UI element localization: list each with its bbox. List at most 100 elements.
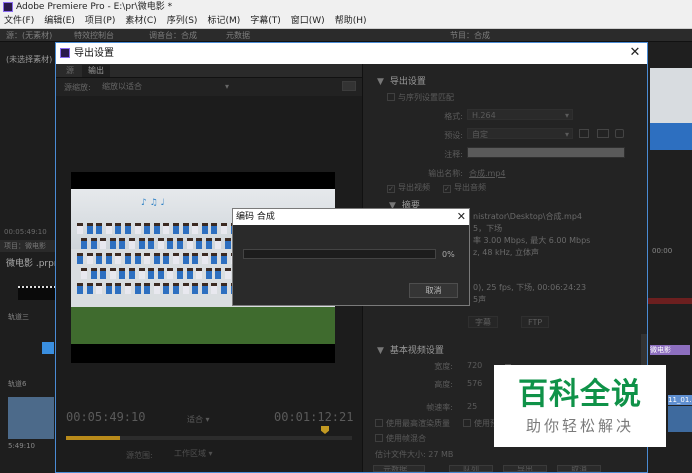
source-range-select[interactable]: 工作区域 ▾ <box>170 448 290 460</box>
timeline-clip[interactable]: 微电影 <box>650 345 690 355</box>
tab-audio-mixer[interactable]: 调音台：合成 <box>145 30 201 41</box>
choir-figure <box>138 238 145 249</box>
delete-preset-icon[interactable] <box>615 129 624 138</box>
menu-window[interactable]: 窗口(W) <box>291 14 325 28</box>
work-area-bar[interactable] <box>66 436 120 440</box>
menu-edit[interactable]: 编辑(E) <box>44 14 75 28</box>
menu-marker[interactable]: 标记(M) <box>207 14 240 28</box>
choir-figure <box>182 283 189 294</box>
choir-figure <box>86 253 93 264</box>
choir-figure <box>225 238 231 249</box>
tab-program[interactable]: 节目：合成 <box>446 30 494 41</box>
choir-figure <box>96 223 103 234</box>
preview-zoom-select[interactable]: 适合 ▾ <box>187 414 235 425</box>
menu-title[interactable]: 字幕(T) <box>250 14 281 28</box>
preview-current-time: 00:05:49:10 <box>66 410 146 424</box>
choir-figure <box>115 283 122 294</box>
app-title: Adobe Premiere Pro - E:\pr\微电影 * <box>16 2 173 12</box>
match-sequence-checkbox[interactable]: 与序列设置匹配 <box>387 92 454 103</box>
encoding-progress-dialog: 编码 合成 ✕ 0% 取消 <box>232 208 470 306</box>
close-icon[interactable]: ✕ <box>457 209 466 225</box>
tab-output[interactable]: 输出 <box>82 65 110 77</box>
choir-figure <box>105 283 112 294</box>
width-value[interactable]: 720 <box>467 361 482 370</box>
preset-label: 预设: <box>444 131 463 140</box>
format-select[interactable]: H.264 ▾ <box>467 109 573 120</box>
clip-thumbnail[interactable] <box>18 286 56 300</box>
menu-project[interactable]: 项目(P) <box>85 14 115 28</box>
choir-figure <box>205 238 212 249</box>
menu-sequence[interactable]: 序列(S) <box>167 14 198 28</box>
menu-clip[interactable]: 素材(C) <box>125 14 156 28</box>
tab-ftp[interactable]: FTP <box>521 316 550 328</box>
menu-help[interactable]: 帮助(H) <box>335 14 367 28</box>
output-name-link[interactable]: 合成.mp4 <box>469 168 506 179</box>
summary-line: 5声 <box>473 295 487 304</box>
choir-figure <box>109 238 116 249</box>
import-preset-icon[interactable] <box>597 129 609 138</box>
timeline-clip-c[interactable] <box>668 406 692 432</box>
basic-video-section[interactable]: ▼ 基本视频设置 <box>377 343 444 356</box>
format-label: 格式: <box>444 112 463 121</box>
choir-figure <box>196 268 203 279</box>
watermark-logo: 百科全说 助你轻松解决 <box>494 365 666 447</box>
max-render-quality-checkbox[interactable]: 使用最高渲染质量 <box>375 418 450 429</box>
close-icon[interactable]: ✕ <box>627 45 643 61</box>
tab-effect-controls[interactable]: 特效控制台 <box>70 30 118 41</box>
tab-captions[interactable]: 字幕 <box>468 316 498 328</box>
choir-figure <box>109 268 116 279</box>
project-panel-tab[interactable]: 项目：微电影 <box>0 240 56 252</box>
cancel-encoding-button[interactable]: 取消 <box>409 283 458 298</box>
source-range-label: 源范围: <box>126 451 153 460</box>
premiere-app-icon <box>3 2 13 12</box>
choir-figure <box>77 283 83 294</box>
timeline-clip-b[interactable]: 11_01.m <box>668 395 692 405</box>
export-audio-checkbox[interactable]: ✓ 导出音频 <box>443 182 486 193</box>
choir-figure <box>125 283 131 294</box>
cancel-export-button[interactable]: 取消 <box>557 465 601 472</box>
choir-figure <box>100 238 107 249</box>
dropdown-arrow-icon: ▾ <box>224 82 229 91</box>
tab-source[interactable]: 源：(无素材) <box>2 30 56 41</box>
menu-file[interactable]: 文件(F) <box>4 14 34 28</box>
choir-figure <box>96 253 103 264</box>
choir-figure <box>173 223 179 234</box>
choir-figure <box>148 238 155 249</box>
choir-figure <box>125 223 131 234</box>
choir-figure <box>215 238 222 249</box>
choir-figure <box>134 253 141 264</box>
tab-metadata[interactable]: 元数据 <box>222 30 254 41</box>
save-preset-icon[interactable] <box>579 129 589 138</box>
choir-figure <box>153 283 160 294</box>
preset-select[interactable]: 自定 ▾ <box>467 128 573 139</box>
choir-figure <box>129 238 135 249</box>
app-title-bar: Adobe Premiere Pro - E:\pr\微电影 * <box>0 0 692 14</box>
source-scaling-label: 源缩放: <box>64 83 91 92</box>
export-settings-section[interactable]: ▼ 导出设置 <box>377 74 426 87</box>
use-preview-checkbox[interactable]: 使用预 <box>463 418 498 429</box>
choir-figure <box>153 253 160 264</box>
source-scaling-value: 缩放以适合 <box>102 82 142 91</box>
metadata-button[interactable]: 元数据... <box>373 465 425 472</box>
frame-blending-checkbox[interactable]: 使用帧混合 <box>375 433 426 444</box>
export-video-checkbox[interactable]: ✓ 导出视频 <box>387 182 430 193</box>
source-range-value: 工作区域 <box>174 449 206 458</box>
source-scaling-select[interactable]: 缩放以适合 ▾ <box>98 81 233 93</box>
choir-figure <box>201 253 208 264</box>
crop-button[interactable] <box>342 81 356 91</box>
queue-button[interactable]: 队列 <box>449 465 493 472</box>
tab-source[interactable]: 源 <box>60 65 80 77</box>
height-value[interactable]: 576 <box>467 379 482 388</box>
playhead-marker[interactable] <box>321 426 329 434</box>
choir-figure <box>105 223 112 234</box>
encoding-percent-text: 0% <box>442 250 455 259</box>
timeline-timecode: 00:00 <box>652 247 673 255</box>
source-scaling-row: 源缩放: 缩放以适合 ▾ <box>56 78 362 96</box>
export-button[interactable]: 导出 <box>503 465 547 472</box>
comment-input[interactable] <box>467 147 625 158</box>
framerate-value[interactable]: 25 <box>467 402 477 411</box>
bin-label-a: 轨道三 <box>8 313 29 321</box>
choir-figure <box>186 238 193 249</box>
basic-video-header: 基本视频设置 <box>389 346 444 356</box>
photo-thumbnail[interactable] <box>8 397 54 439</box>
